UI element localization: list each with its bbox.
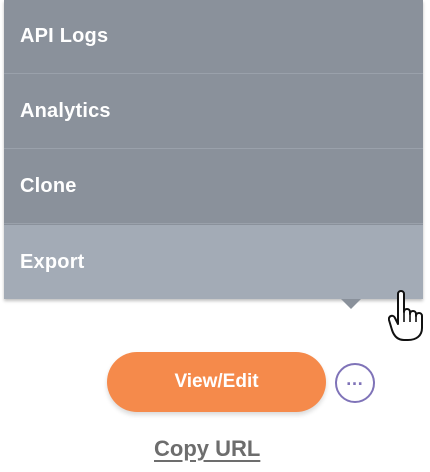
more-options-button[interactable]: …: [335, 363, 375, 403]
context-menu: API Logs Analytics Clone Export: [4, 0, 423, 299]
menu-item-label: Analytics: [20, 100, 111, 122]
menu-item-label: Export: [20, 250, 85, 273]
copy-url-link[interactable]: Copy URL: [154, 436, 260, 462]
menu-pointer-arrow: [341, 299, 361, 309]
menu-item-label: Clone: [20, 175, 77, 197]
view-edit-label: View/Edit: [174, 371, 259, 392]
menu-item-label: API Logs: [20, 25, 109, 47]
menu-item-analytics[interactable]: Analytics: [4, 75, 423, 149]
menu-item-clone[interactable]: Clone: [4, 150, 423, 224]
menu-item-api-logs[interactable]: API Logs: [4, 0, 423, 74]
more-horizontal-icon: …: [345, 369, 365, 389]
hand-pointer-icon: [387, 288, 426, 342]
menu-item-export[interactable]: Export: [4, 225, 423, 299]
view-edit-button[interactable]: View/Edit: [107, 352, 326, 412]
